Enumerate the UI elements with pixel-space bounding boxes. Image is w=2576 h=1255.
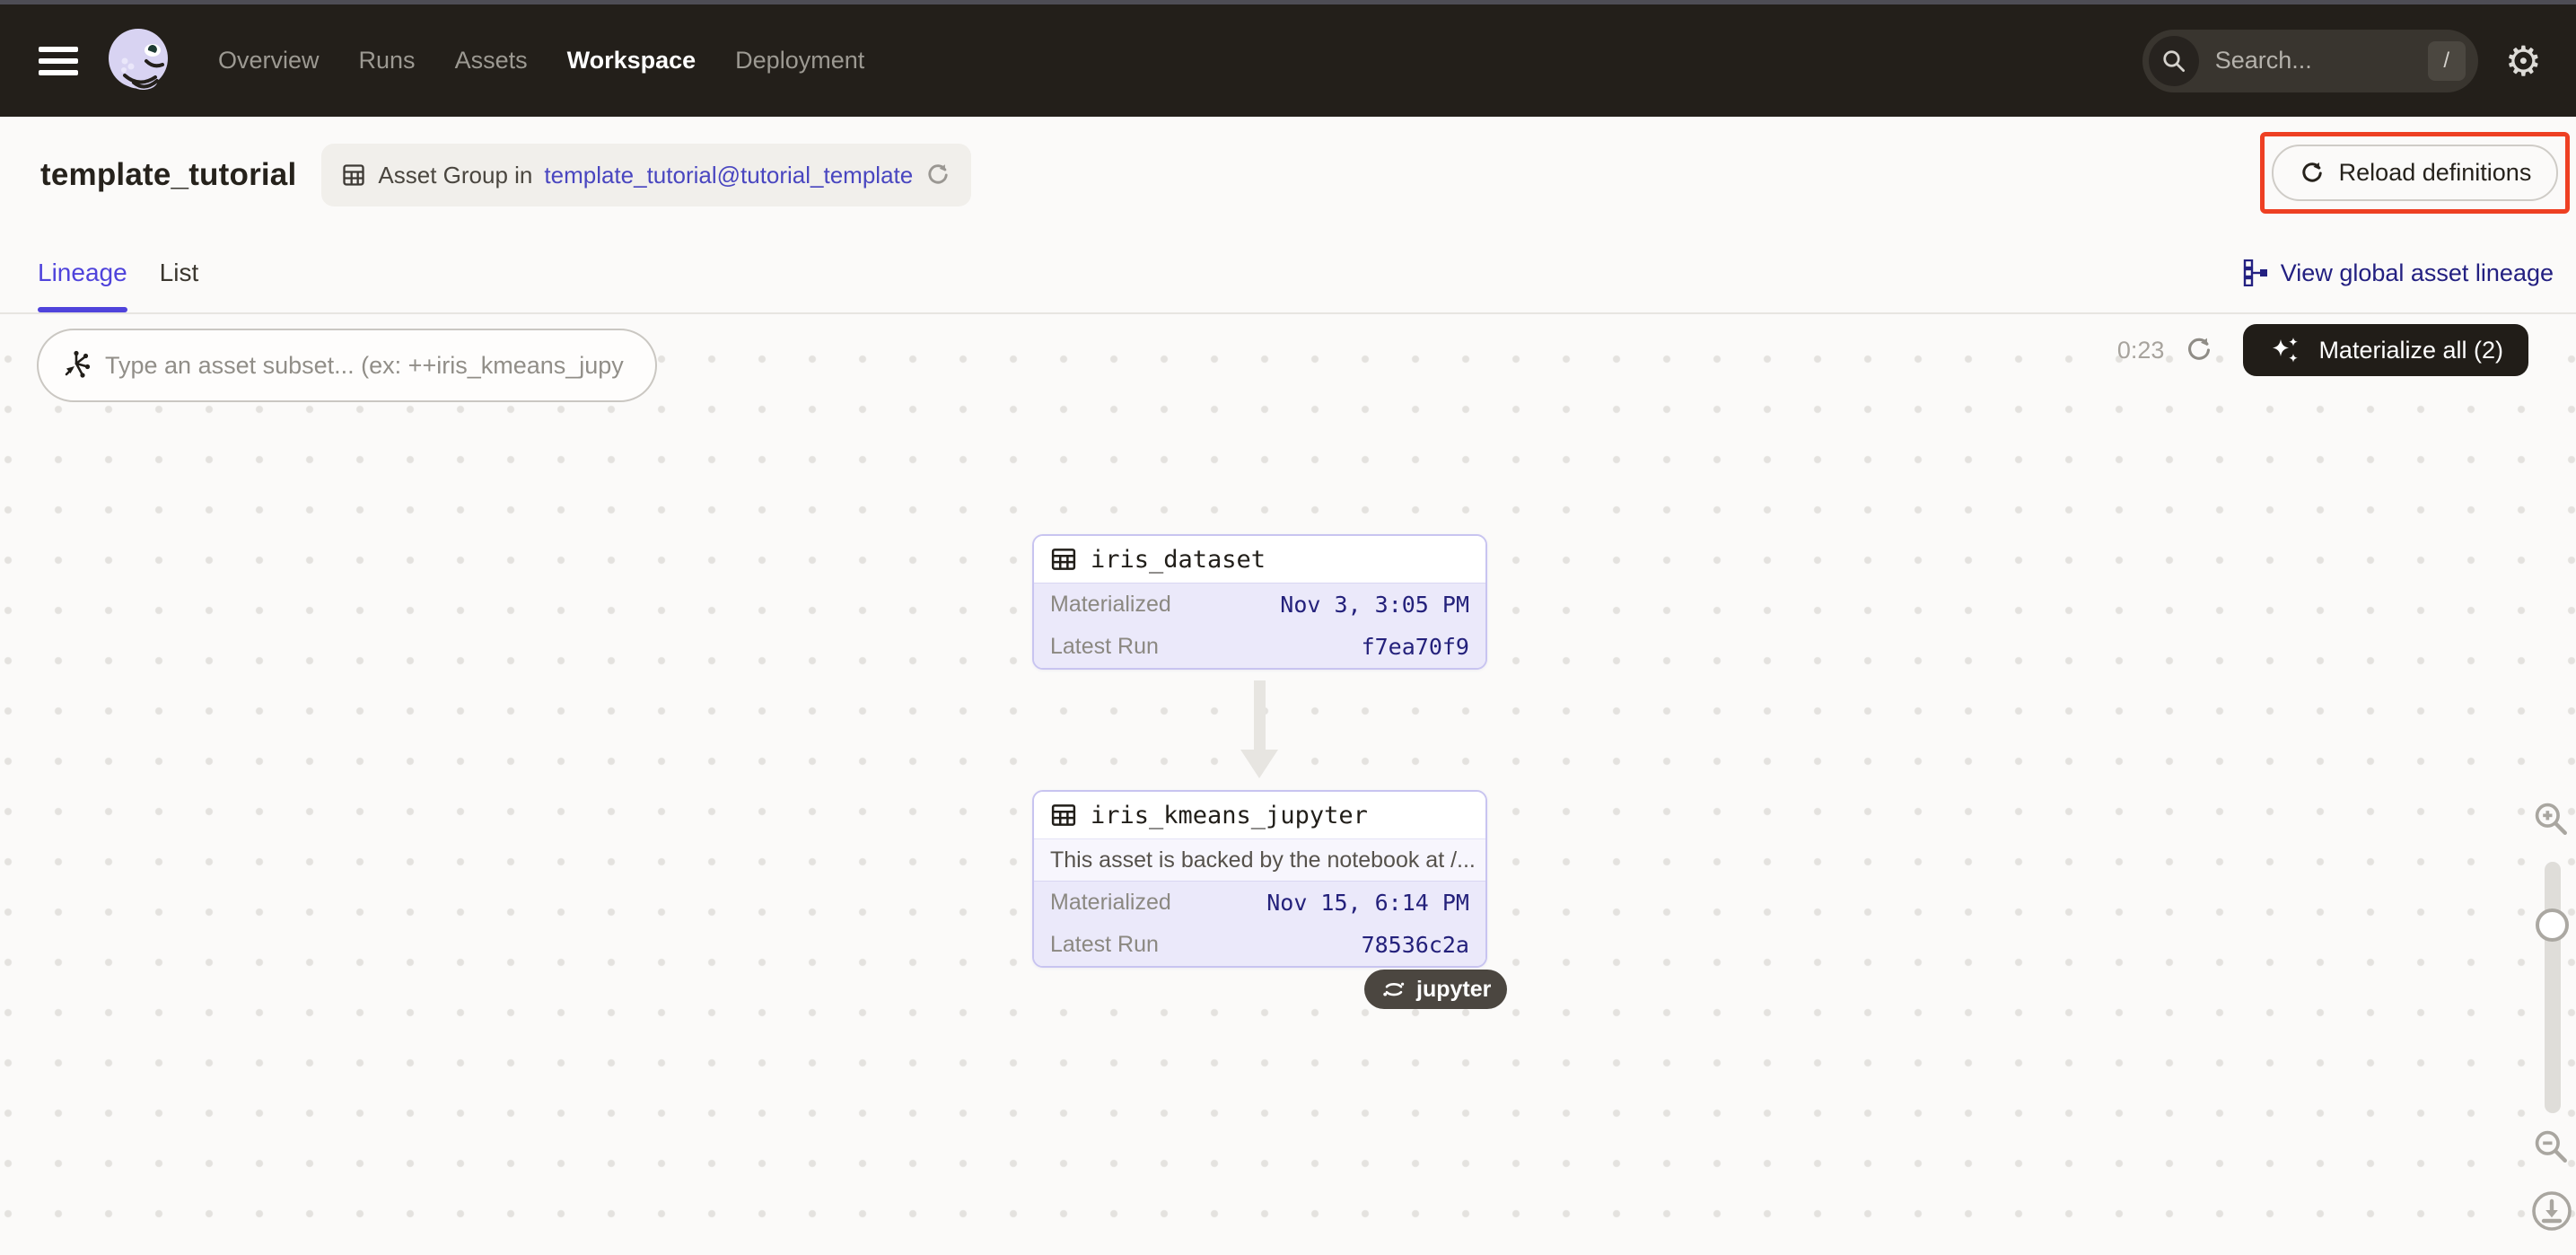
materialized-value[interactable]: Nov 3, 3:05 PM	[1280, 592, 1469, 618]
dagster-app: Overview Runs Assets Workspace Deploymen…	[0, 0, 2576, 1255]
hamburger-menu-icon[interactable]	[39, 47, 78, 75]
global-search[interactable]: /	[2142, 30, 2478, 92]
latest-run-value[interactable]: f7ea70f9	[1362, 634, 1469, 660]
breadcrumb-refresh-icon[interactable]	[924, 162, 951, 189]
table-icon	[1050, 546, 1077, 573]
materialized-label: Materialized	[1050, 890, 1171, 916]
refresh-icon[interactable]	[2184, 335, 2214, 365]
asset-subset-filter[interactable]	[37, 329, 657, 402]
lineage-edge-arrowhead	[1240, 750, 1278, 778]
materialized-row: Materialized Nov 3, 3:05 PM	[1034, 584, 1485, 626]
nav-item-runs[interactable]: Runs	[359, 47, 416, 75]
tab-lineage[interactable]: Lineage	[38, 233, 127, 312]
latest-run-row: Latest Run 78536c2a	[1034, 924, 1485, 966]
asset-group-breadcrumb: Asset Group in template_tutorial@tutoria…	[321, 144, 971, 206]
gear-icon[interactable]: ⚙	[2505, 40, 2542, 82]
breadcrumb-prefix: Asset Group in	[378, 162, 532, 189]
asset-description: This asset is backed by the notebook at …	[1034, 838, 1485, 881]
sparkles-icon	[2268, 332, 2304, 368]
materialized-label: Materialized	[1050, 592, 1171, 618]
primary-nav: Overview Runs Assets Workspace Deploymen…	[218, 47, 864, 75]
nav-item-overview[interactable]: Overview	[218, 47, 320, 75]
download-image-icon[interactable]	[2530, 1189, 2573, 1233]
jupyter-icon	[1380, 976, 1407, 1003]
asset-name: iris_kmeans_jupyter	[1091, 802, 1368, 829]
dagster-logo-icon[interactable]	[103, 25, 175, 97]
nav-item-assets[interactable]: Assets	[455, 47, 528, 75]
search-icon	[2149, 36, 2199, 86]
nav-item-deployment[interactable]: Deployment	[735, 47, 864, 75]
breadcrumb-repo-link[interactable]: template_tutorial@tutorial_template	[544, 162, 913, 189]
materialized-value[interactable]: Nov 15, 6:14 PM	[1266, 890, 1469, 916]
nav-item-workspace[interactable]: Workspace	[567, 47, 697, 75]
view-global-asset-lineage-label: View global asset lineage	[2281, 259, 2554, 287]
asset-stats: Materialized Nov 3, 3:05 PM Latest Run f…	[1034, 583, 1485, 668]
tab-list[interactable]: List	[160, 233, 199, 312]
lineage-graph-icon	[2242, 259, 2269, 286]
lineage-edge	[1254, 680, 1266, 750]
op-selector-icon	[58, 349, 91, 382]
materialize-all-label: Materialize all (2)	[2318, 337, 2503, 364]
search-input[interactable]	[2215, 47, 2428, 75]
asset-group-icon	[341, 162, 366, 188]
asset-stats: Materialized Nov 15, 6:14 PM Latest Run …	[1034, 881, 1485, 966]
compute-kind-tag-jupyter[interactable]: jupyter	[1364, 970, 1507, 1009]
zoom-slider-handle[interactable]	[2536, 908, 2569, 942]
zoom-slider-track[interactable]	[2545, 862, 2561, 1113]
lineage-canvas[interactable]: 0:23 Materialize all (2)	[0, 314, 2576, 1253]
asset-node-header: iris_dataset	[1034, 536, 1485, 583]
asset-node-iris-dataset[interactable]: iris_dataset Materialized Nov 3, 3:05 PM…	[1032, 534, 1487, 670]
page-title: template_tutorial	[40, 157, 296, 193]
table-icon	[1050, 802, 1077, 829]
asset-subset-input[interactable]	[105, 352, 637, 380]
reload-annotation-highlight: Reload definitions	[2260, 132, 2570, 214]
view-tabs-row: Lineage List View global asset lineage	[0, 233, 2576, 314]
compute-kind-label: jupyter	[1416, 977, 1491, 1003]
latest-run-label: Latest Run	[1050, 932, 1159, 958]
asset-name: iris_dataset	[1091, 546, 1266, 574]
latest-run-label: Latest Run	[1050, 634, 1159, 660]
asset-node-iris-kmeans-jupyter[interactable]: iris_kmeans_jupyter This asset is backed…	[1032, 790, 1487, 968]
view-global-asset-lineage-link[interactable]: View global asset lineage	[2242, 259, 2554, 287]
zoom-out-icon[interactable]	[2531, 1127, 2571, 1166]
materialize-all-button[interactable]: Materialize all (2)	[2243, 324, 2528, 376]
materialized-row: Materialized Nov 15, 6:14 PM	[1034, 882, 1485, 924]
search-shortcut-key: /	[2428, 41, 2466, 81]
reload-definitions-button[interactable]: Reload definitions	[2272, 145, 2559, 201]
asset-node-header: iris_kmeans_jupyter	[1034, 792, 1485, 838]
page-header: template_tutorial Asset Group in templat…	[0, 117, 2576, 233]
refresh-timer: 0:23	[2117, 337, 2165, 364]
latest-run-value[interactable]: 78536c2a	[1362, 932, 1469, 958]
latest-run-row: Latest Run f7ea70f9	[1034, 626, 1485, 668]
reload-icon	[2299, 160, 2326, 187]
reload-definitions-label: Reload definitions	[2339, 159, 2532, 187]
materialize-toolbar: 0:23 Materialize all (2)	[2117, 324, 2528, 376]
top-nav-bar: Overview Runs Assets Workspace Deploymen…	[0, 4, 2576, 117]
zoom-in-icon[interactable]	[2531, 799, 2571, 838]
